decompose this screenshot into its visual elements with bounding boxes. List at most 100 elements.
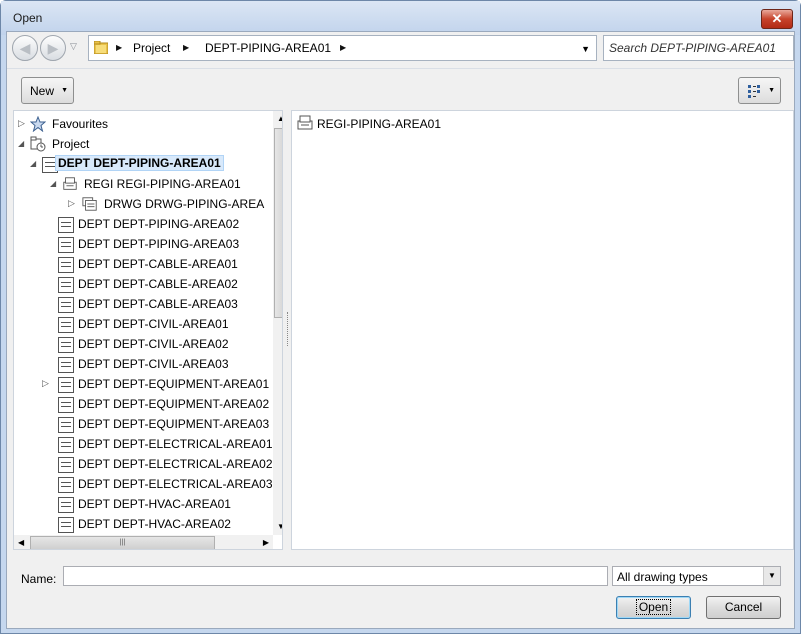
breadcrumb-chevron-icon[interactable]: ▶ <box>340 43 346 52</box>
open-dialog: Open ✕ ◀ ▶ ▽ ▶ Project ▶ DEPT-PIPING-ARE… <box>0 0 801 634</box>
collapse-arrow-icon[interactable]: ◢ <box>18 139 24 148</box>
tree-vertical-scrollbar[interactable]: ▲ ▼ <box>273 111 282 535</box>
tree-item-label: DEPT DEPT-CABLE-AREA01 <box>78 257 238 271</box>
chevron-down-icon: ▼ <box>768 87 775 94</box>
tree-item-dept-hvac-area02[interactable]: DEPT DEPT-HVAC-AREA02 <box>42 514 272 534</box>
tree-item-dept-civil-area03[interactable]: DEPT DEPT-CIVIL-AREA03 <box>42 354 272 374</box>
tree-item-dept-piping-area02[interactable]: DEPT DEPT-PIPING-AREA02 <box>42 214 272 234</box>
tree-item-dept-civil-area01[interactable]: DEPT DEPT-CIVIL-AREA01 <box>42 314 272 334</box>
expand-arrow-icon[interactable]: ▷ <box>68 198 75 209</box>
tree-item-label: DEPT DEPT-EQUIPMENT-AREA03 <box>78 417 270 431</box>
folder-icon <box>94 41 108 54</box>
tree-item-dept-cable-area01[interactable]: DEPT DEPT-CABLE-AREA01 <box>42 254 272 274</box>
scroll-down-icon[interactable]: ▼ <box>277 522 282 531</box>
scroll-right-icon[interactable]: ▶ <box>263 538 269 547</box>
name-field[interactable] <box>63 566 608 586</box>
recent-locations-dropdown[interactable]: ▽ <box>70 41 77 52</box>
name-label: Name: <box>21 572 57 586</box>
dialog-body: ◀ ▶ ▽ ▶ Project ▶ DEPT-PIPING-AREA01 ▶ ▼… <box>6 31 795 629</box>
scroll-up-icon[interactable]: ▲ <box>277 114 282 123</box>
star-icon <box>30 116 46 132</box>
dept-icon <box>58 237 74 253</box>
tree-item-dept-electrical-area03[interactable]: DEPT DEPT-ELECTRICAL-AREA03 <box>42 474 273 494</box>
chevron-down-icon: ▼ <box>61 87 68 94</box>
tree-item-dept-civil-area02[interactable]: DEPT DEPT-CIVIL-AREA02 <box>42 334 272 354</box>
tree-item-dept-hvac-area01[interactable]: DEPT DEPT-HVAC-AREA01 <box>42 494 272 514</box>
dept-icon <box>58 437 74 453</box>
dept-icon <box>58 517 74 533</box>
cancel-button[interactable]: Cancel <box>706 596 781 619</box>
dept-icon <box>58 397 74 413</box>
tree-item-label: DEPT DEPT-PIPING-AREA02 <box>78 217 240 231</box>
dept-icon <box>58 417 74 433</box>
dept-icon <box>58 277 74 293</box>
tree-item-drwg-piping-area[interactable]: ▷ DRWG DRWG-PIPING-AREA <box>64 194 272 214</box>
pane-splitter[interactable] <box>287 312 290 346</box>
tree-item-label: DEPT DEPT-EQUIPMENT-AREA02 <box>78 397 270 411</box>
forward-button[interactable]: ▶ <box>40 35 66 61</box>
tree-item-label: DEPT DEPT-PIPING-AREA03 <box>78 237 240 251</box>
title-bar[interactable]: Open ✕ <box>1 1 800 35</box>
collapse-arrow-icon[interactable]: ◢ <box>50 179 56 188</box>
tree-item-label: DEPT DEPT-ELECTRICAL-AREA01 <box>78 437 273 451</box>
dept-icon <box>58 457 74 473</box>
new-button-label: New <box>30 84 55 98</box>
tree-item-dept-cable-area02[interactable]: DEPT DEPT-CABLE-AREA02 <box>42 274 272 294</box>
tree-item-favourites[interactable]: ▷ Favourites <box>14 114 272 134</box>
tree-item-dept-electrical-area02[interactable]: DEPT DEPT-ELECTRICAL-AREA02 <box>42 454 273 474</box>
open-button[interactable]: Open <box>616 596 691 619</box>
tree-item-label: DEPT DEPT-CABLE-AREA02 <box>78 277 238 291</box>
tree-item-dept-piping-area03[interactable]: DEPT DEPT-PIPING-AREA03 <box>42 234 272 254</box>
file-type-value: All drawing types <box>617 570 708 584</box>
dept-icon <box>58 217 74 233</box>
scrollbar-thumb[interactable] <box>274 128 282 318</box>
tree-item-label: DEPT DEPT-HVAC-AREA02 <box>78 517 231 531</box>
regi-icon <box>297 115 313 130</box>
tree-item-dept-equipment-area03[interactable]: DEPT DEPT-EQUIPMENT-AREA03 <box>42 414 272 434</box>
breadcrumb-project[interactable]: Project <box>133 41 170 55</box>
folder-tree[interactable]: ▷ Favourites ◢ Project ◢ DEPT DEPT-PIPIN… <box>13 110 283 550</box>
scrollbar-thumb[interactable]: ||| <box>30 536 215 549</box>
file-type-select[interactable]: All drawing types ▼ <box>612 566 781 586</box>
tree-item-label: DEPT DEPT-CIVIL-AREA02 <box>78 337 229 351</box>
close-button[interactable]: ✕ <box>761 9 793 29</box>
details-view-icon <box>748 85 760 98</box>
back-button[interactable]: ◀ <box>12 35 38 61</box>
new-button[interactable]: New ▼ <box>21 77 74 104</box>
collapse-arrow-icon[interactable]: ◢ <box>30 159 36 168</box>
file-list[interactable]: REGI-PIPING-AREA01 <box>291 110 794 550</box>
dept-icon <box>58 257 74 273</box>
tree-item-label: DRWG DRWG-PIPING-AREA <box>104 197 265 211</box>
tree-item-label: DEPT DEPT-CIVIL-AREA03 <box>78 357 229 371</box>
search-input[interactable]: Search DEPT-PIPING-AREA01 <box>603 35 794 61</box>
dept-icon <box>58 317 74 333</box>
tree-item-dept-electrical-area01[interactable]: DEPT DEPT-ELECTRICAL-AREA01 <box>42 434 273 454</box>
tree-item-label: DEPT DEPT-CIVIL-AREA01 <box>78 317 229 331</box>
tree-item-dept-equipment-area01[interactable]: ▷ DEPT DEPT-EQUIPMENT-AREA01 <box>26 374 272 394</box>
tree-item-dept-piping-area01[interactable]: ◢ DEPT DEPT-PIPING-AREA01 <box>26 154 272 174</box>
tree-horizontal-scrollbar[interactable]: ◀ ||| ▶ <box>14 535 273 549</box>
file-item-label: REGI-PIPING-AREA01 <box>317 117 442 131</box>
tree-item-label: DEPT DEPT-HVAC-AREA01 <box>78 497 231 511</box>
expand-arrow-icon[interactable]: ▷ <box>18 118 25 129</box>
tree-item-project[interactable]: ◢ Project <box>14 134 272 154</box>
dept-icon <box>58 377 74 393</box>
breadcrumb-dept[interactable]: DEPT-PIPING-AREA01 <box>205 41 331 55</box>
tree-item-dept-equipment-area02[interactable]: DEPT DEPT-EQUIPMENT-AREA02 <box>42 394 272 414</box>
toolbar-divider <box>7 68 794 69</box>
tree-item-dept-cable-area03[interactable]: DEPT DEPT-CABLE-AREA03 <box>42 294 272 314</box>
tree-item-label: DEPT DEPT-ELECTRICAL-AREA03 <box>78 477 273 491</box>
scroll-left-icon[interactable]: ◀ <box>18 538 24 547</box>
tree-item-label: DEPT DEPT-PIPING-AREA01 <box>55 155 224 171</box>
view-options-button[interactable]: ▼ <box>738 77 781 104</box>
address-dropdown-icon[interactable]: ▼ <box>581 44 590 54</box>
tree-item-label: DEPT DEPT-CABLE-AREA03 <box>78 297 238 311</box>
chevron-down-icon[interactable]: ▼ <box>763 567 780 585</box>
expand-arrow-icon[interactable]: ▷ <box>42 378 49 389</box>
breadcrumb-chevron-icon[interactable]: ▶ <box>183 43 189 52</box>
dept-icon <box>58 497 74 513</box>
address-bar[interactable]: ▶ Project ▶ DEPT-PIPING-AREA01 ▶ ▼ <box>88 35 597 61</box>
tree-item-regi-piping-area01[interactable]: ◢ REGI REGI-PIPING-AREA01 <box>46 174 272 194</box>
breadcrumb-chevron-icon[interactable]: ▶ <box>116 43 122 52</box>
regi-icon <box>63 177 77 190</box>
